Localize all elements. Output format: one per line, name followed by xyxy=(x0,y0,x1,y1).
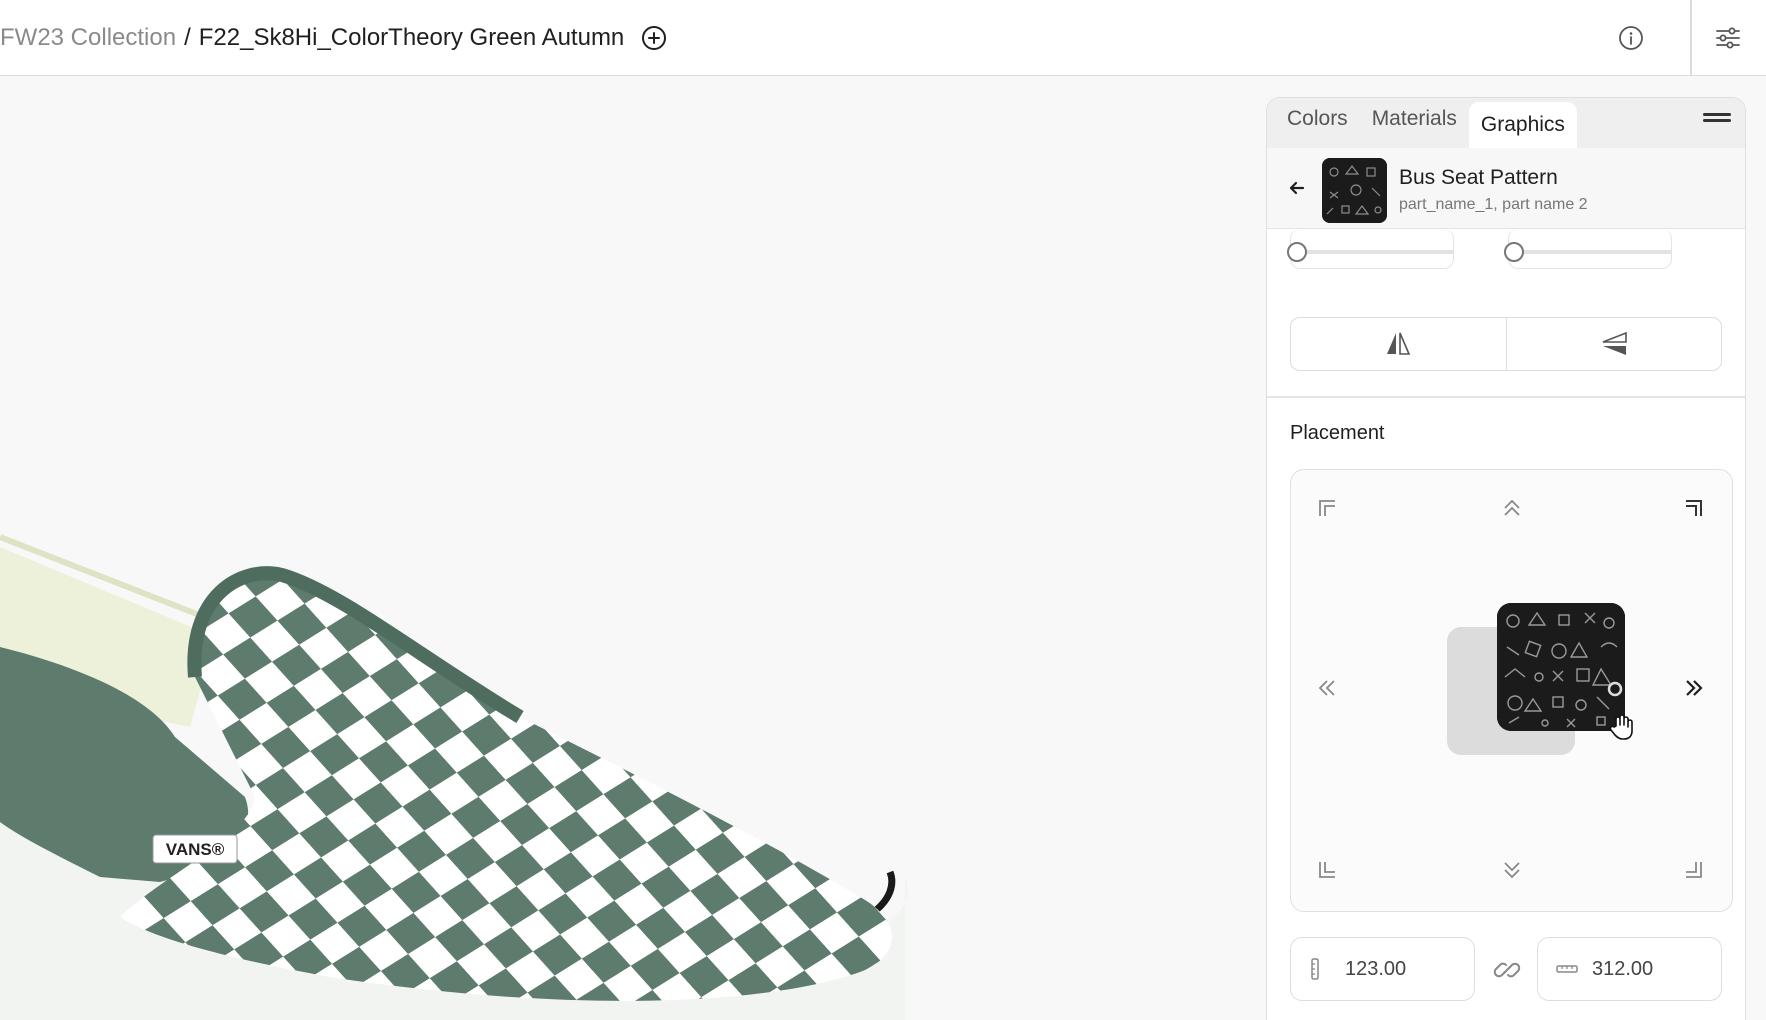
height-ruler-icon xyxy=(1309,958,1331,980)
slider-left-track[interactable] xyxy=(1290,250,1454,254)
width-ruler-icon xyxy=(1556,963,1578,975)
info-icon[interactable] xyxy=(1613,20,1649,56)
menu-icon[interactable] xyxy=(1703,110,1731,134)
shoe-logo-text: VANS® xyxy=(166,840,225,859)
anchor-bottom-icon[interactable] xyxy=(1494,852,1530,888)
anchor-top-icon[interactable] xyxy=(1494,490,1530,526)
anchor-top-left-icon[interactable] xyxy=(1309,490,1345,526)
partial-input-right[interactable] xyxy=(1508,229,1672,269)
width-field[interactable]: 312.00 xyxy=(1537,937,1722,1001)
shoe-model[interactable]: VANS® xyxy=(0,77,1266,1020)
page-title: F22_Sk8Hi_ColorTheory Green Autumn xyxy=(198,24,625,51)
breadcrumb: FW23 Collection / F22_Sk8Hi_ColorTheory … xyxy=(0,0,668,76)
slider-right-track[interactable] xyxy=(1508,250,1672,254)
height-field[interactable]: 123.00 xyxy=(1290,937,1475,1001)
placement-title: Placement xyxy=(1290,422,1385,444)
toolbar-divider xyxy=(1690,0,1692,76)
placement-grid[interactable] xyxy=(1290,469,1733,912)
sliders-settings-icon[interactable] xyxy=(1708,20,1748,56)
graphics-panel: Colors Materials Graphics Bus Seat Patte… xyxy=(1266,97,1746,1020)
link-proportions-icon[interactable] xyxy=(1489,952,1525,988)
graphic-parts: part_name_1, part name 2 xyxy=(1399,196,1588,213)
anchor-bottom-left-icon[interactable] xyxy=(1309,852,1345,888)
tab-colors[interactable]: Colors xyxy=(1275,102,1360,148)
3d-viewport[interactable]: VANS® xyxy=(0,77,1266,1020)
anchor-top-right-icon[interactable] xyxy=(1676,490,1712,526)
breadcrumb-separator: / xyxy=(184,24,191,51)
flip-controls xyxy=(1290,317,1722,371)
width-value: 312.00 xyxy=(1592,957,1654,980)
slider-right-thumb[interactable] xyxy=(1504,242,1524,262)
flip-horizontal-button[interactable] xyxy=(1291,318,1506,370)
panel-tabs: Colors Materials Graphics xyxy=(1267,98,1745,148)
graphic-header: Bus Seat Pattern part_name_1, part name … xyxy=(1267,148,1745,229)
flip-horizontal-icon xyxy=(1387,332,1411,355)
tab-graphics[interactable]: Graphics xyxy=(1468,102,1577,148)
partial-input-left[interactable] xyxy=(1290,229,1454,269)
anchor-right-icon[interactable] xyxy=(1676,670,1712,706)
add-circle-icon[interactable] xyxy=(640,24,668,52)
grab-hand-cursor-icon xyxy=(1607,712,1637,742)
flip-vertical-icon xyxy=(1602,331,1627,355)
placement-graphic-tile[interactable] xyxy=(1497,603,1625,731)
section-divider xyxy=(1267,396,1745,398)
flip-vertical-button[interactable] xyxy=(1505,318,1722,370)
top-bar: FW23 Collection / F22_Sk8Hi_ColorTheory … xyxy=(0,0,1766,76)
graphic-thumbnail xyxy=(1322,158,1387,223)
back-arrow-icon[interactable] xyxy=(1283,174,1311,202)
graphic-title: Bus Seat Pattern xyxy=(1399,166,1558,189)
breadcrumb-parent-link[interactable]: FW23 Collection xyxy=(0,24,176,52)
slider-left-thumb[interactable] xyxy=(1287,242,1307,262)
tab-materials[interactable]: Materials xyxy=(1360,102,1469,148)
anchor-left-icon[interactable] xyxy=(1309,670,1345,706)
anchor-bottom-right-icon[interactable] xyxy=(1676,852,1712,888)
height-value: 123.00 xyxy=(1345,957,1407,980)
